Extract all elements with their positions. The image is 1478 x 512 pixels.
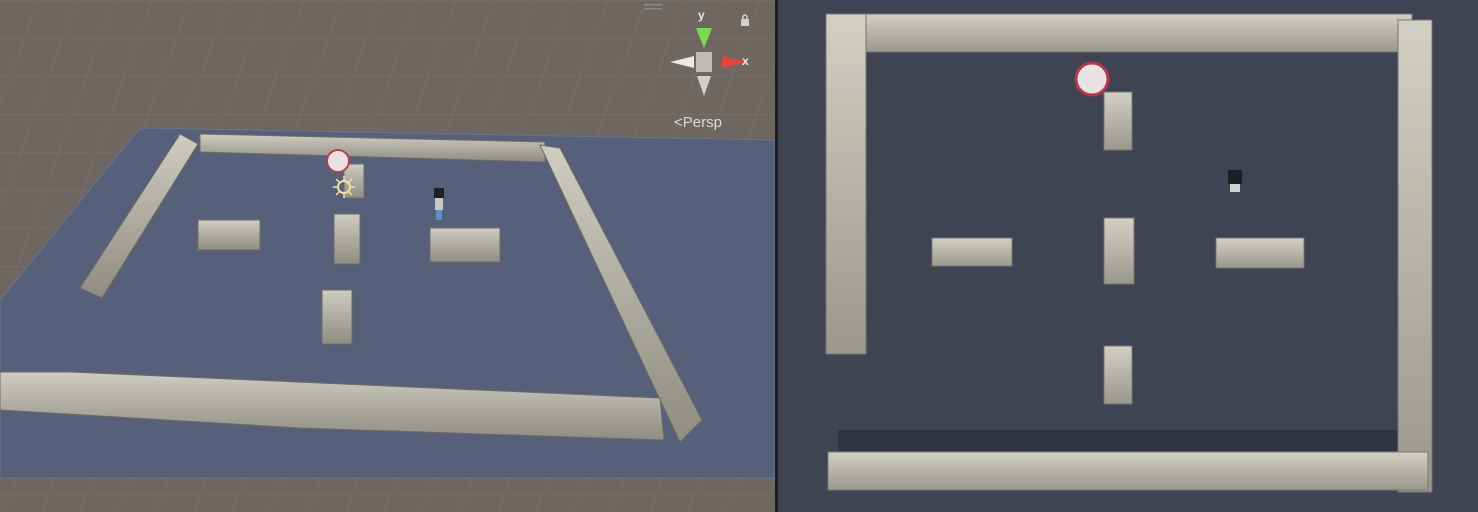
obstacle-bottom [1103,345,1133,405]
wall-top [861,13,1413,53]
projection-label: Persp [682,114,722,131]
scene-view[interactable]: y x <Persp [0,0,775,512]
obstacle-bottom [321,289,353,345]
obstacle-left [197,219,261,251]
wall-right [1397,19,1433,493]
menu-icon[interactable] [644,4,662,10]
ball[interactable] [1074,61,1110,97]
obstacle-center [1103,217,1135,285]
neg-x-axis-cone[interactable] [670,56,694,68]
projection-toggle[interactable]: <Persp [674,114,722,131]
wall-bottom [827,451,1429,491]
y-axis-label: y [698,8,705,22]
obstacle-right [429,227,501,263]
player-character[interactable] [1228,170,1242,192]
game-view[interactable] [778,0,1478,512]
chevron-left-icon: < [674,114,683,131]
ball[interactable] [326,149,350,173]
y-axis-cone[interactable] [696,28,712,48]
x-axis-label: x [742,54,749,68]
orientation-gizmo[interactable] [664,20,754,100]
scene-viewport[interactable] [0,0,775,512]
obstacle-left [931,237,1013,267]
neg-y-axis-cone[interactable] [697,76,711,96]
obstacle-top [1103,91,1133,151]
obstacle-right [1215,237,1305,269]
obstacle-center [333,213,361,265]
lock-icon[interactable] [740,14,750,26]
wall-left [825,13,867,355]
gizmo-center-cube[interactable] [696,52,712,72]
game-viewport[interactable] [778,0,1478,512]
